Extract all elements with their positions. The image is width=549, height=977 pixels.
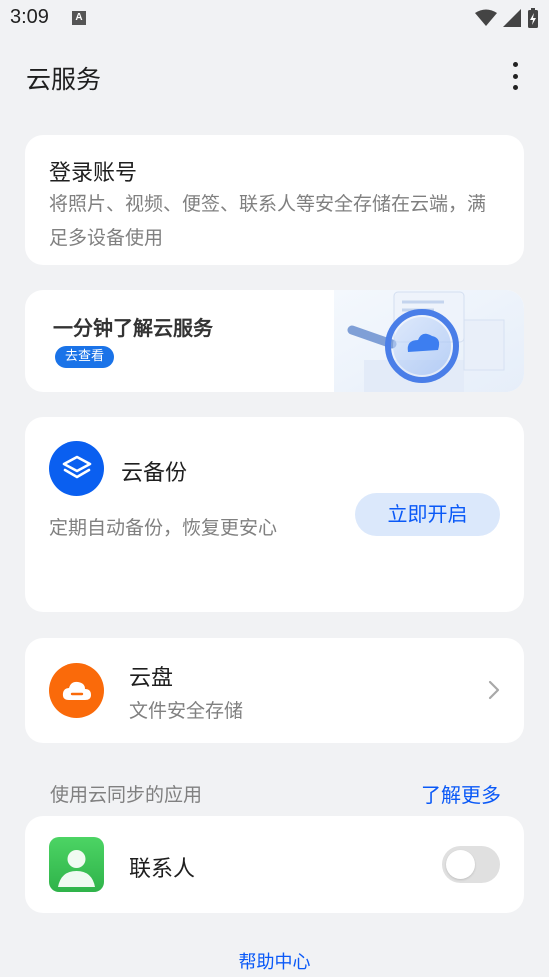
help-center-link[interactable]: 帮助中心 bbox=[0, 948, 549, 974]
banner-view-button[interactable]: 去查看 bbox=[55, 346, 115, 368]
status-bar: 3:09 A bbox=[0, 0, 549, 36]
enable-backup-button[interactable]: 立即开启 bbox=[355, 493, 500, 536]
cloud-icon bbox=[49, 663, 104, 718]
more-dot-icon bbox=[512, 85, 518, 90]
drive-description: 文件安全存储 bbox=[129, 700, 244, 722]
contacts-title: 联系人 bbox=[129, 857, 196, 882]
status-time: 3:09 bbox=[10, 6, 49, 28]
chevron-right-icon bbox=[488, 680, 500, 700]
login-card[interactable]: 登录账号 将照片、视频、便签、联系人等安全存储在云端，满足多设备使用 bbox=[25, 135, 524, 265]
toggle-knob bbox=[446, 850, 475, 879]
signal-icon bbox=[503, 9, 521, 27]
learn-more-link[interactable]: 了解更多 bbox=[421, 779, 501, 808]
backup-title: 云备份 bbox=[121, 461, 188, 486]
more-dot-icon bbox=[512, 62, 518, 67]
login-title: 登录账号 bbox=[49, 161, 138, 186]
drive-title: 云盘 bbox=[129, 666, 174, 691]
login-description: 将照片、视频、便签、联系人等安全存储在云端，满足多设备使用 bbox=[49, 193, 487, 249]
app-bar: 云服务 bbox=[0, 52, 549, 100]
layers-icon bbox=[49, 441, 104, 496]
cloud-drive-card[interactable]: 云盘 文件安全存储 bbox=[25, 638, 524, 743]
more-options-button[interactable] bbox=[509, 60, 521, 92]
notification-icon: A bbox=[72, 11, 86, 25]
contacts-sync-card: 联系人 bbox=[25, 816, 524, 913]
status-icons bbox=[475, 8, 539, 28]
contacts-sync-toggle[interactable] bbox=[442, 846, 500, 883]
wifi-icon bbox=[475, 9, 497, 26]
cloud-backup-card[interactable]: 云备份 定期自动备份，恢复更安心 立即开启 bbox=[25, 417, 524, 612]
battery-icon bbox=[528, 8, 538, 28]
sync-apps-label: 使用云同步的应用 bbox=[50, 784, 203, 806]
cloud-illustration-icon bbox=[334, 290, 524, 392]
page-title: 云服务 bbox=[26, 65, 102, 94]
backup-description: 定期自动备份，恢复更安心 bbox=[49, 517, 278, 539]
intro-banner[interactable]: 一分钟了解云服务 去查看 bbox=[25, 290, 524, 392]
banner-title: 一分钟了解云服务 bbox=[53, 316, 213, 340]
more-dot-icon bbox=[512, 73, 518, 79]
person-icon bbox=[49, 837, 104, 892]
